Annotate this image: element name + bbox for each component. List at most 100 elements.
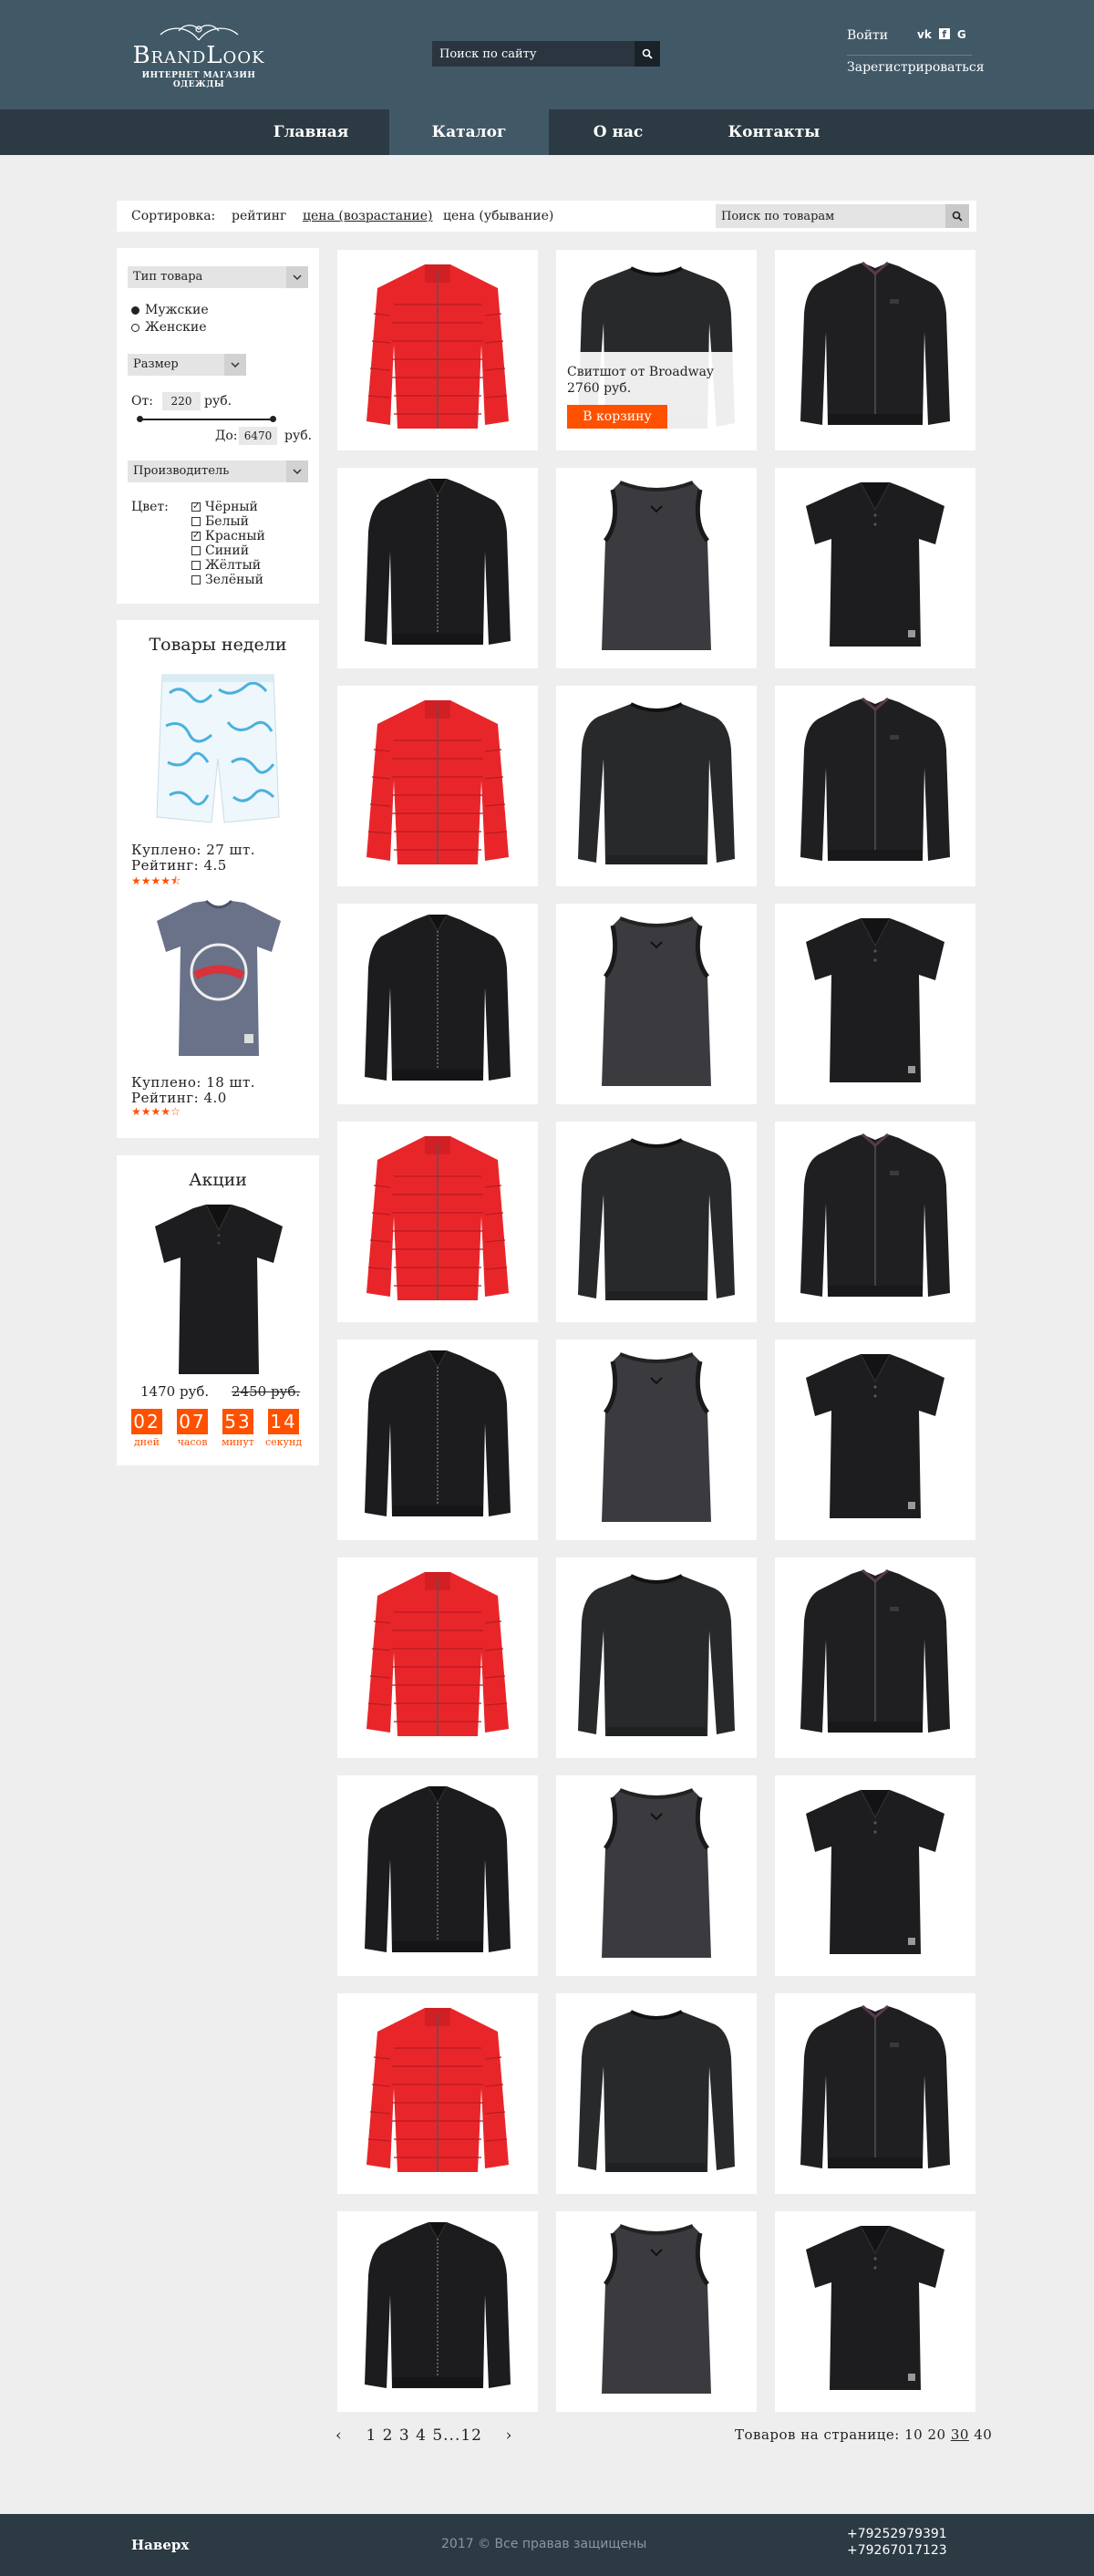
- site-search-input[interactable]: [432, 41, 635, 67]
- product-card-tank-top[interactable]: [556, 1775, 757, 1976]
- product-image: [602, 1352, 711, 1522]
- size-dropdown[interactable]: Размер: [128, 354, 246, 376]
- product-card-polo[interactable]: [775, 1775, 975, 1976]
- chevron-left-icon[interactable]: ‹: [335, 2426, 343, 2445]
- product-search-button[interactable]: [945, 204, 969, 228]
- product-card-tank-top[interactable]: [556, 1340, 757, 1540]
- product-card-sweatshirt[interactable]: [556, 1993, 757, 2194]
- product-card-bomber[interactable]: [775, 250, 975, 450]
- product-image: [365, 1350, 511, 1516]
- product-card-bomber[interactable]: [775, 1557, 975, 1758]
- week-item-shorts-image[interactable]: [155, 671, 281, 828]
- product-image: [800, 261, 950, 425]
- price-from-label: От:: [131, 394, 153, 409]
- product-card-polo[interactable]: [775, 1340, 975, 1540]
- sort-option-rating[interactable]: рейтинг: [232, 209, 286, 223]
- per-page-option-20[interactable]: 20: [927, 2426, 945, 2443]
- search-button[interactable]: [635, 41, 660, 67]
- back-to-top-link[interactable]: Наверх: [131, 2537, 189, 2553]
- product-card-polo[interactable]: [775, 2211, 975, 2412]
- product-image: [800, 1133, 950, 1297]
- timer-label: секунд: [265, 1436, 303, 1448]
- login-link[interactable]: Войти: [847, 28, 888, 43]
- chevron-down-icon: [224, 354, 246, 376]
- product-card-polo[interactable]: [775, 468, 975, 668]
- product-card-bomber[interactable]: [775, 686, 975, 886]
- site-header: BrandLook Интернет магазин одежды Войти …: [0, 0, 1094, 109]
- week-goods-title: Товары недели: [149, 635, 287, 655]
- product-card-sweatshirt[interactable]: [556, 1557, 757, 1758]
- product-card-red-jacket[interactable]: [337, 1993, 538, 2194]
- product-card-tank-top[interactable]: [556, 468, 757, 668]
- price-to-input[interactable]: 6470: [239, 427, 277, 445]
- logo[interactable]: BrandLook Интернет магазин одежды: [117, 22, 281, 89]
- price-slider[interactable]: [137, 416, 276, 422]
- product-card-sweatshirt[interactable]: [556, 1122, 757, 1322]
- sort-option-price-desc[interactable]: цена (убывание): [443, 209, 553, 223]
- sort-option-price-asc[interactable]: цена (возрастание): [303, 209, 432, 223]
- phone-1[interactable]: +79252979391: [847, 2527, 947, 2541]
- brand-tagline: Интернет магазин одежды: [141, 71, 256, 89]
- product-card-polo[interactable]: [775, 904, 975, 1104]
- gender-radio-female[interactable]: Женские: [131, 320, 207, 335]
- product-card-red-jacket[interactable]: [337, 1557, 538, 1758]
- timer-digit: 02: [131, 1409, 162, 1434]
- filter-panel: Тип товара Мужские Женские Размер От: 22…: [117, 248, 319, 604]
- per-page-option-30[interactable]: 30: [951, 2426, 969, 2443]
- divider: [847, 55, 972, 56]
- week-item-bought: Куплено: 27 шт.: [131, 842, 256, 858]
- product-card-black-jacket[interactable]: [337, 1775, 538, 1976]
- add-to-cart-button[interactable]: В корзину: [567, 405, 667, 429]
- nav-item-home[interactable]: Главная: [232, 109, 389, 155]
- product-card-bomber[interactable]: [775, 1993, 975, 2194]
- nav-item-about[interactable]: О нас: [549, 109, 687, 155]
- radio-icon: [131, 305, 139, 315]
- pagination: ‹ 1 2 3 4 5...12 ›: [335, 2426, 512, 2445]
- color-checkbox-white[interactable]: Белый: [191, 514, 249, 529]
- brand-name: BrandLook: [132, 42, 265, 69]
- slider-handle-max[interactable]: [270, 416, 276, 422]
- color-checkbox-yellow[interactable]: Жёлтый: [191, 558, 261, 573]
- maker-dropdown[interactable]: Производитель: [128, 460, 308, 482]
- register-link[interactable]: Зарегистрироваться: [847, 60, 985, 75]
- product-image: [806, 917, 944, 1082]
- product-card-black-jacket[interactable]: [337, 1340, 538, 1540]
- product-image: [366, 1572, 509, 1736]
- promo-polo-image[interactable]: [151, 1203, 286, 1376]
- type-dropdown[interactable]: Тип товара: [128, 266, 308, 288]
- rating-stars-icon: ★★★★☆: [131, 1105, 181, 1118]
- product-card-black-jacket[interactable]: [337, 904, 538, 1104]
- product-card-black-jacket[interactable]: [337, 2211, 538, 2412]
- product-card-tank-top[interactable]: [556, 2211, 757, 2412]
- product-card-bomber[interactable]: [775, 1122, 975, 1322]
- timer-label: дней: [134, 1436, 160, 1448]
- slider-handle-min[interactable]: [137, 416, 143, 422]
- product-card-black-jacket[interactable]: [337, 468, 538, 668]
- product-card-red-jacket[interactable]: [337, 686, 538, 886]
- product-card-sweatshirt[interactable]: [556, 686, 757, 886]
- week-item-tshirt-image[interactable]: [153, 899, 284, 1060]
- color-checkbox-red[interactable]: ✓ Красный: [191, 529, 265, 543]
- timer-hours: 07: [177, 1409, 210, 1434]
- product-card-red-jacket[interactable]: [337, 1122, 538, 1322]
- price-from-input[interactable]: 220: [162, 392, 201, 410]
- product-search-input[interactable]: [716, 204, 945, 228]
- facebook-icon[interactable]: f: [938, 28, 950, 40]
- google-icon[interactable]: G: [957, 28, 966, 41]
- gender-label: Мужские: [145, 303, 209, 317]
- color-checkbox-green[interactable]: Зелёный: [191, 573, 263, 587]
- color-checkbox-black[interactable]: ✓ Чёрный: [191, 500, 258, 514]
- per-page-option-10[interactable]: 10: [904, 2426, 923, 2443]
- gender-radio-male[interactable]: Мужские: [131, 303, 209, 317]
- chevron-right-icon[interactable]: ›: [506, 2426, 513, 2445]
- product-card-tank-top[interactable]: [556, 904, 757, 1104]
- per-page-option-40[interactable]: 40: [974, 2426, 992, 2443]
- vk-icon[interactable]: vk: [917, 28, 932, 41]
- phone-2[interactable]: +79267017123: [847, 2543, 947, 2558]
- nav-item-catalog[interactable]: Каталог: [389, 109, 549, 155]
- product-card-red-jacket[interactable]: [337, 250, 538, 450]
- nav-item-contacts[interactable]: Контакты: [687, 109, 861, 155]
- page-numbers[interactable]: 1 2 3 4 5...12: [366, 2426, 482, 2445]
- color-checkbox-blue[interactable]: Синий: [191, 543, 249, 558]
- product-card-sweatshirt[interactable]: Свитшот от Broadway 2760 руб. В корзину: [556, 250, 757, 450]
